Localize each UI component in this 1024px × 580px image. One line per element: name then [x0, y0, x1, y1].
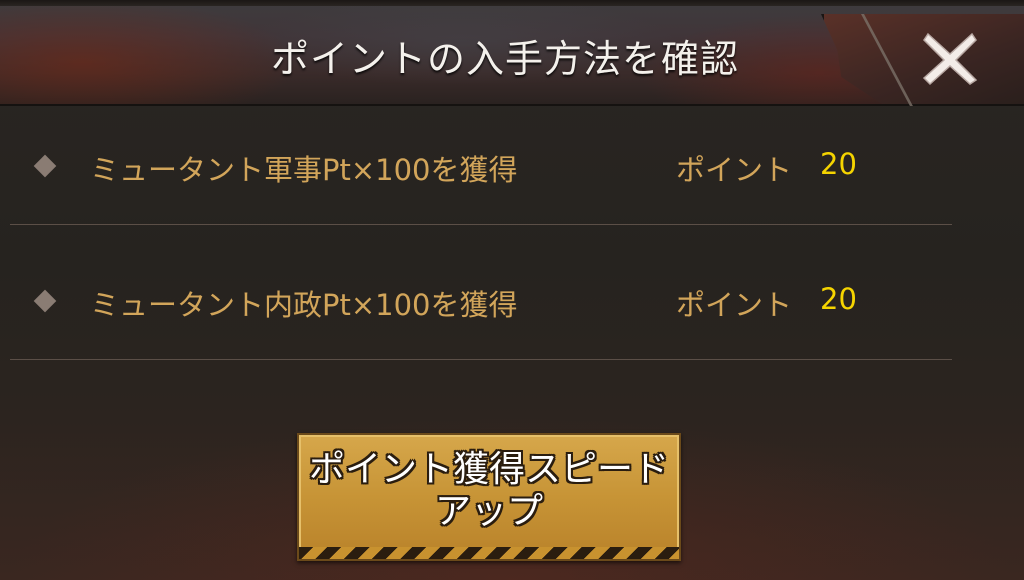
points-label: ポイント	[676, 153, 793, 187]
close-icon	[922, 32, 978, 86]
diamond-bullet-icon	[33, 289, 57, 313]
row-label: ミュータント軍事Pt×100を獲得	[90, 153, 518, 187]
header-top-border	[0, 0, 1024, 6]
points-value: 20	[820, 282, 857, 316]
list-item: ミュータント内政Pt×100を獲得 ポイント 20	[10, 240, 952, 360]
row-label: ミュータント内政Pt×100を獲得	[90, 288, 518, 322]
close-button[interactable]	[918, 26, 982, 90]
dialog-title: ポイントの入手方法を確認	[270, 37, 739, 81]
points-dialog: ポイントの入手方法を確認 ミュータント軍事Pt×100を獲得 ポイント 20 ミ…	[0, 0, 1024, 580]
dialog-header: ポイントの入手方法を確認	[0, 0, 1024, 106]
diamond-bullet-icon	[33, 154, 57, 178]
points-value: 20	[820, 147, 857, 181]
speed-up-button[interactable]: ポイント獲得スピードアップ	[297, 433, 681, 561]
row-divider	[10, 224, 952, 225]
list-item: ミュータント軍事Pt×100を獲得 ポイント 20	[10, 105, 952, 225]
row-divider	[10, 359, 952, 360]
speed-up-label: ポイント獲得スピードアップ	[308, 449, 669, 532]
points-label: ポイント	[676, 288, 793, 322]
hazard-stripes	[299, 547, 679, 559]
